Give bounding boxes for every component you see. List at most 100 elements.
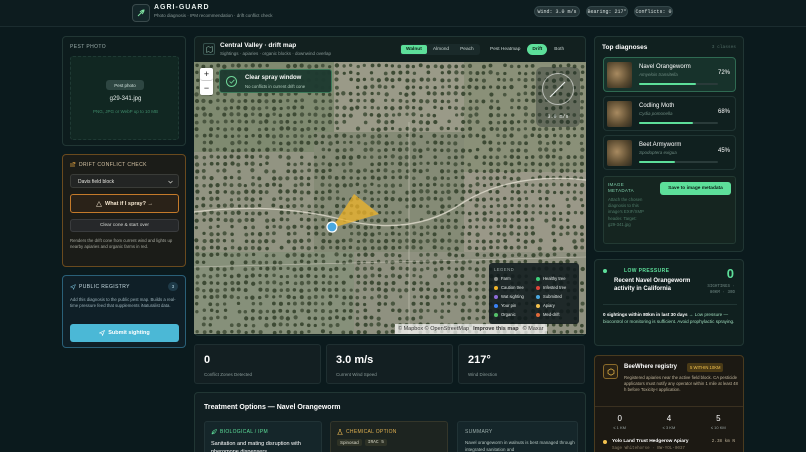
legend-item: Infested tree xyxy=(536,283,578,292)
beewhere-text: Registered apiaries near the active fiel… xyxy=(624,375,738,393)
zoom-out-button[interactable]: − xyxy=(200,81,213,94)
pest-photo-button[interactable]: Pest photo xyxy=(106,80,144,90)
wind-compass: 3.0 m/s xyxy=(536,67,580,127)
legend-item: Apiary xyxy=(536,301,578,310)
map-legend: LEGEND Farm Healthy tree Caution tree Infes… xyxy=(489,263,579,324)
pressure-panel: LOW PRESSURE 0 Recent Navel Orangeworm a… xyxy=(594,259,744,346)
flask-icon xyxy=(337,429,343,435)
legend-label: Wat sighting xyxy=(501,294,524,299)
compass-ring-icon xyxy=(542,73,574,105)
chevron-down-icon xyxy=(168,180,173,184)
crop-tab-walnut[interactable]: Walnut xyxy=(401,45,427,54)
chip-irac: IRAC 5 xyxy=(364,439,387,446)
legend-swatch xyxy=(536,294,540,299)
pest-photo-panel: PEST PHOTO Pest photo g29-341.jpg PNG, J… xyxy=(62,36,186,146)
pressure-note-bold: 0 sightings within 80km in last 30 days xyxy=(603,312,688,317)
status-dot-icon xyxy=(603,269,607,273)
count-10km: 5 ≤ 10 KM xyxy=(710,414,726,430)
photo-filename: g29-341.jpg xyxy=(109,96,142,102)
diagnosis-item[interactable]: Beet Armyworm Spodoptera exigua 45% xyxy=(603,135,736,170)
legend-swatch xyxy=(494,294,498,299)
diagnosis-scientific: Spodoptera exigua xyxy=(639,150,677,155)
legend-item: Caution tree xyxy=(494,283,536,292)
check-circle-icon xyxy=(226,76,237,87)
apiary-name[interactable]: Yolo Land Trust Hedgerow Apiary xyxy=(612,439,689,444)
drift-description: Renders the drift cone from current wind… xyxy=(70,238,173,249)
top-bar: AGRI-GUARD Photo diagnosis · IPM recomme… xyxy=(0,0,806,27)
crop-tab-peach[interactable]: Peach xyxy=(455,45,479,54)
zoom-controls: + − xyxy=(200,68,213,95)
registry-badge: 3 xyxy=(168,282,178,291)
confidence-percent: 72% xyxy=(717,70,730,76)
confidence-bar xyxy=(639,83,718,85)
clear-cone-button[interactable]: Clear cone & start over xyxy=(70,219,179,232)
photo-dropzone[interactable]: Pest photo g29-341.jpg PNG, JPG or WebP … xyxy=(70,56,179,140)
submit-sighting-button[interactable]: Submit sighting xyxy=(70,324,179,342)
legend-item: Med-drift xyxy=(536,310,578,319)
what-if-spray-button[interactable]: What if I spray? → xyxy=(70,194,179,213)
apiary-distance: 2.38 km N xyxy=(711,439,735,444)
toast-subtitle: No conflicts in current drift cone xyxy=(245,84,306,89)
drift-map[interactable]: + − Clear spray window No conflicts in c… xyxy=(194,62,586,334)
treatment-title: Treatment Options — Navel Orangeworm xyxy=(204,404,341,411)
view-tab-both[interactable]: Both xyxy=(549,44,569,55)
image-metadata-card: IMAGE METADATA Save to image metadata At… xyxy=(603,176,736,244)
summary-tag: SUMMARY xyxy=(465,429,493,435)
view-tab-pest-heatmap[interactable]: Pest Heatmap xyxy=(485,44,525,55)
registry-description: Add this diagnosis to the public pest ma… xyxy=(70,297,176,308)
count-3km: 4 ≤ 3 KM xyxy=(662,414,676,430)
legend-label: Apiary xyxy=(543,303,555,308)
beewhere-title: BeeWhere registry xyxy=(624,364,678,370)
send-icon xyxy=(70,284,76,290)
view-tabs: Pest Heatmap Drift Both xyxy=(485,44,569,55)
chemical-card: CHEMICAL OPTION Spinosad IRAC 5 xyxy=(330,421,448,452)
legend-item: Wat sighting xyxy=(494,292,536,301)
biological-card: BIOLOGICAL / IPM Sanitation and mating d… xyxy=(204,421,322,452)
diagnosis-item[interactable]: Navel Orangeworm Amyelois transitella 72… xyxy=(603,57,736,92)
save-metadata-button[interactable]: Save to image metadata xyxy=(660,182,731,195)
zoom-in-button[interactable]: + xyxy=(200,68,213,81)
improve-map-link[interactable]: Improve this map xyxy=(473,326,519,332)
apiary-count-badge: 5 WITHIN 10KM xyxy=(687,363,724,372)
pest-photo-title: PEST PHOTO xyxy=(70,44,107,50)
app-name: AGRI-GUARD xyxy=(154,4,210,11)
crop-tab-almond[interactable]: Almond xyxy=(428,45,454,54)
toast-title: Clear spray window xyxy=(245,75,302,81)
legend-label: Farm xyxy=(501,276,511,281)
legend-swatch xyxy=(494,312,498,317)
pest-thumbnail xyxy=(607,62,632,88)
bearing-pill: Bearing: 217° xyxy=(586,6,628,17)
confidence-percent: 68% xyxy=(717,109,730,115)
diagnosis-scientific: Cydia pomonella xyxy=(639,111,673,116)
treatment-panel: Treatment Options — Navel Orangeworm BIO… xyxy=(194,392,586,452)
legend-item: Submitted xyxy=(536,292,578,301)
map-attribution: © Mapbox © OpenStreetMap Improve this ma… xyxy=(395,324,547,334)
metadata-text: Attach the chosen diagnosis to this imag… xyxy=(608,197,644,227)
diagnosis-scientific: Amyelois transitella xyxy=(639,72,678,77)
legend-title: LEGEND xyxy=(494,267,515,272)
stat-wind-direction: 217° Wind Direction xyxy=(458,344,585,384)
pest-thumbnail xyxy=(607,101,632,127)
app-subtitle: Photo diagnosis · IPM recommendation · d… xyxy=(154,13,273,18)
diagnosis-name: Codling Moth xyxy=(639,103,675,109)
confidence-bar xyxy=(639,161,718,163)
field-select[interactable]: Davis field block xyxy=(70,174,179,188)
summary-card: SUMMARY Navel orangeworm in walnuts is b… xyxy=(457,421,578,452)
metadata-title: IMAGE METADATA xyxy=(608,182,634,193)
crop-tabs: Walnut Almond Peach xyxy=(400,44,480,55)
field-select-value: Davis field block xyxy=(78,179,115,185)
drift-title: DRIFT CONFLICT CHECK xyxy=(79,162,147,168)
legend-swatch xyxy=(494,276,498,281)
legend-label: Healthy tree xyxy=(543,276,566,281)
map-subtitle: Sightings · apiaries · organic blocks · … xyxy=(220,51,332,56)
stat-conflict-zones: 0 Conflict Zones Detected xyxy=(194,344,321,384)
logo-icon xyxy=(132,4,150,22)
diagnosis-item[interactable]: Codling Moth Cydia pomonella 68% xyxy=(603,96,736,131)
chip-spinosad: Spinosad xyxy=(337,439,362,446)
map-icon xyxy=(203,43,215,55)
wind-icon xyxy=(70,162,76,167)
leaf-icon xyxy=(211,429,217,435)
summary-text: Navel orangeworm in walnuts is best mana… xyxy=(465,440,575,452)
view-tab-drift[interactable]: Drift xyxy=(527,44,548,55)
stat-value: 0 xyxy=(204,354,211,366)
